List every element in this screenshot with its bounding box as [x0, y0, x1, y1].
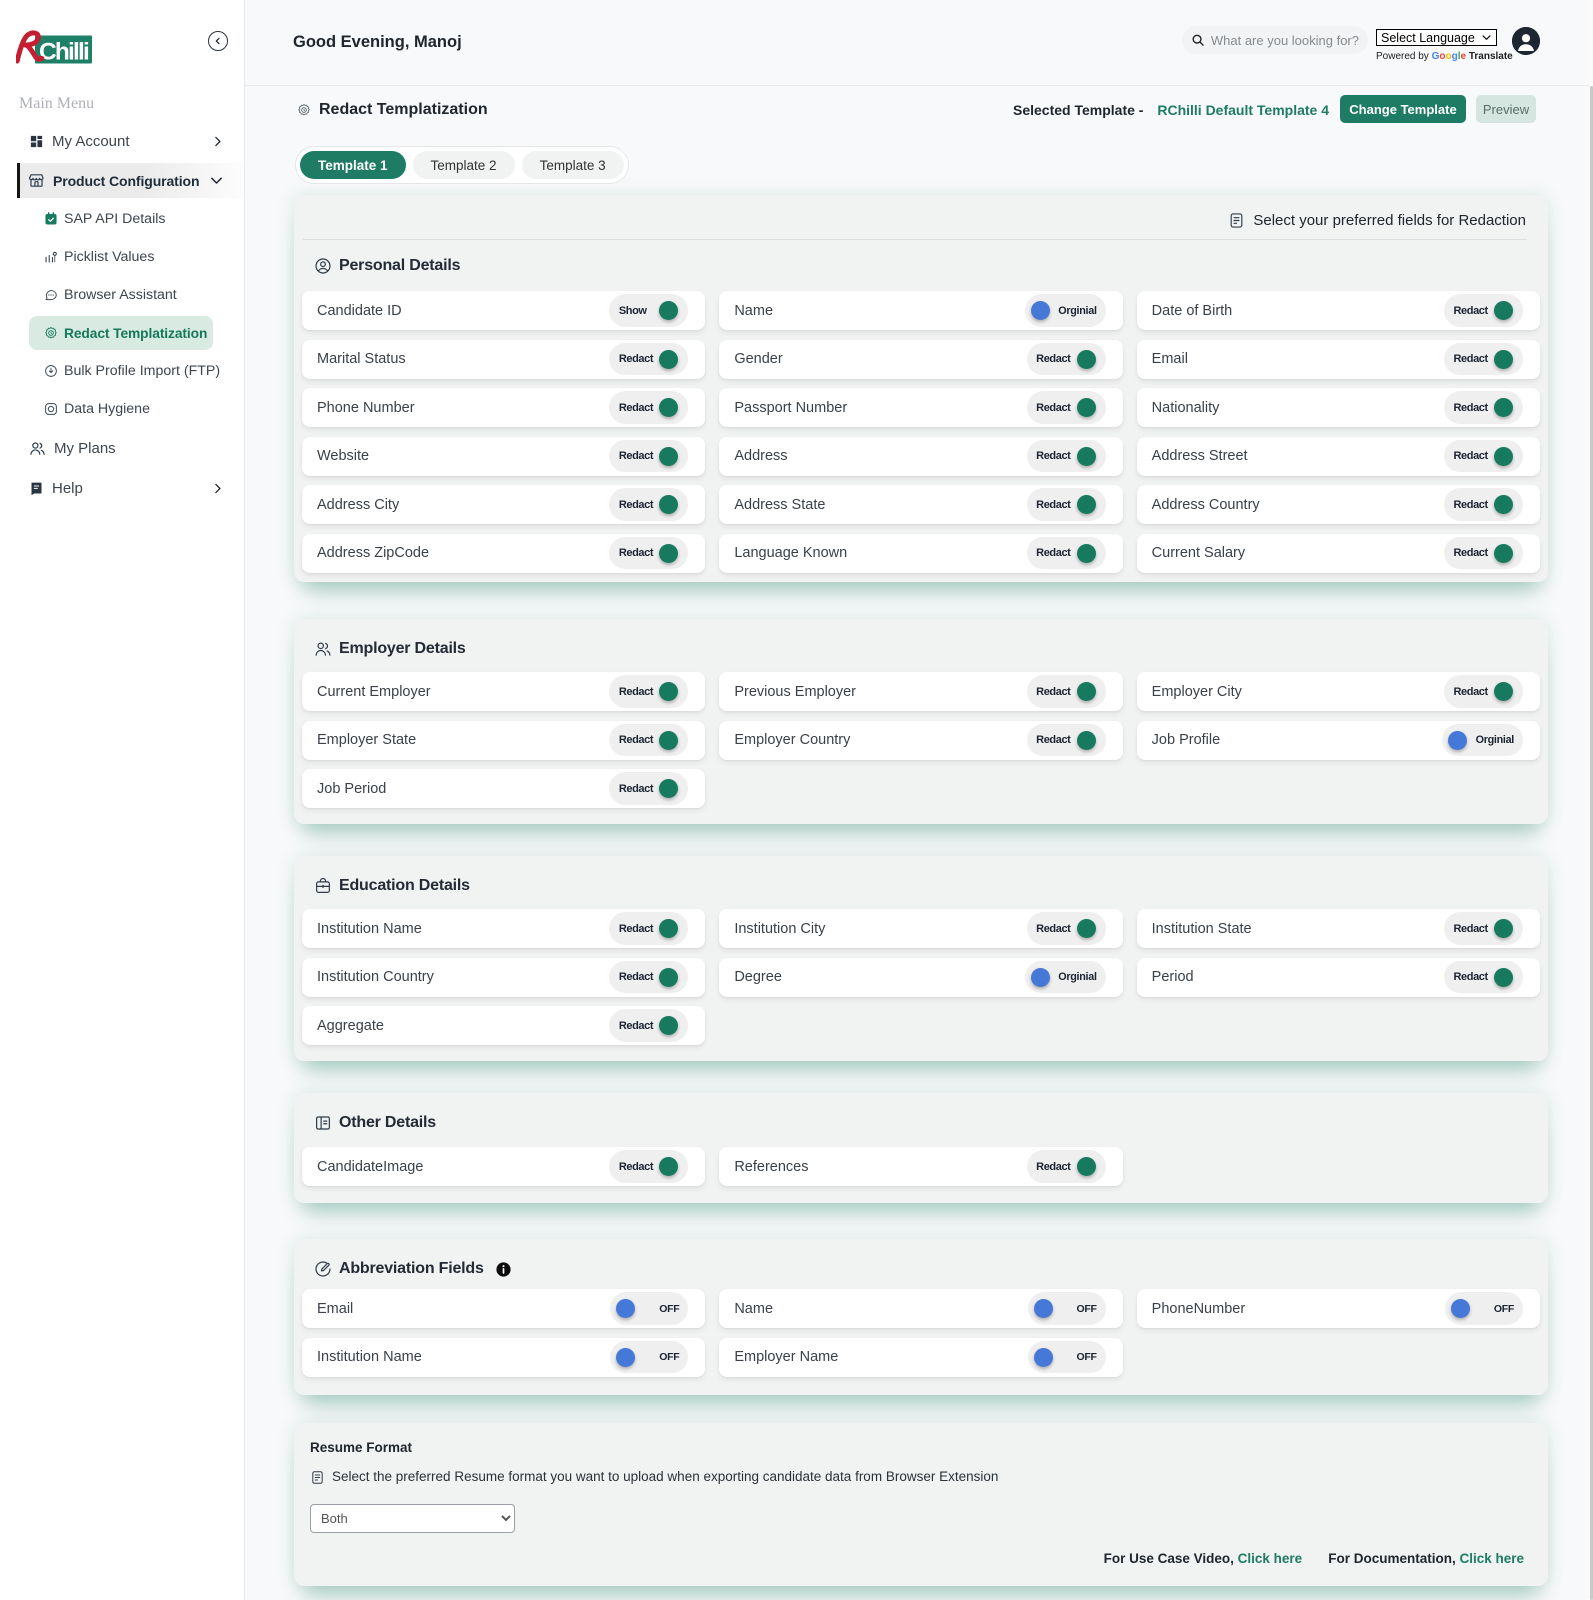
svg-text:Chilli: Chilli: [39, 39, 89, 66]
